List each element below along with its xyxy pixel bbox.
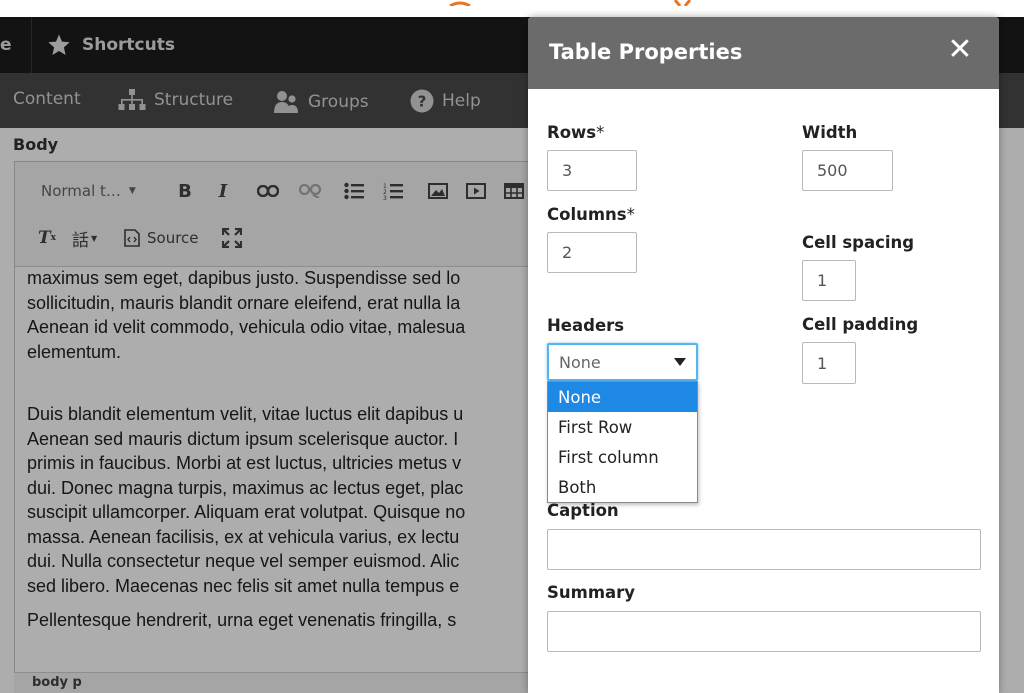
headers-dropdown-list: None First Row First column Both [547,381,698,503]
required-mark: * [626,205,635,224]
dialog-title: Table Properties [549,40,743,64]
headers-select-value: None [559,352,601,372]
cell-padding-input[interactable]: 1 [802,342,856,384]
headers-option-first-column[interactable]: First column [548,442,697,472]
caption-input[interactable] [547,529,981,570]
headers-select[interactable]: None [547,343,698,381]
rows-input[interactable]: 3 [547,150,637,191]
site-banner-fragment [449,0,692,6]
headers-label: Headers [547,316,625,335]
summary-label: Summary [547,583,636,602]
columns-label: Columns* [547,205,635,224]
cell-padding-label: Cell padding [802,315,919,334]
table-properties-dialog: Table Properties ✕ Rows* 3 Columns* 2 He… [528,17,999,693]
columns-input[interactable]: 2 [547,232,637,273]
close-icon[interactable]: ✕ [945,35,975,65]
required-mark: * [596,123,605,142]
chevron-down-icon [674,358,686,366]
columns-label-text: Columns [547,205,627,224]
headers-option-none[interactable]: None [548,382,697,412]
cell-spacing-input[interactable]: 1 [802,260,856,301]
width-label: Width [802,123,858,142]
width-input[interactable]: 500 [802,150,893,191]
headers-option-first-row[interactable]: First Row [548,412,697,442]
top-strip [0,0,1024,17]
caption-label: Caption [547,501,619,520]
rows-label: Rows* [547,123,604,142]
rows-label-text: Rows [547,123,597,142]
dialog-header: Table Properties ✕ [528,17,999,89]
cell-spacing-label: Cell spacing [802,233,915,252]
summary-input[interactable] [547,611,981,652]
headers-option-both[interactable]: Both [548,472,697,502]
